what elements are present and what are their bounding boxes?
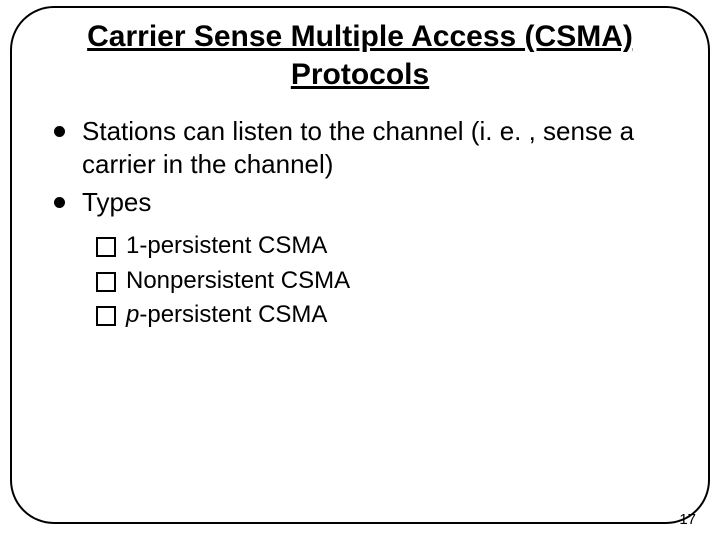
sub-item: p-persistent CSMA bbox=[96, 298, 680, 333]
bullet-text: Stations can listen to the channel (i. e… bbox=[82, 116, 634, 179]
sub-list: 1-persistent CSMA Nonpersistent CSMA p-p… bbox=[40, 229, 680, 333]
slide-frame: Carrier Sense Multiple Access (CSMA) Pro… bbox=[10, 6, 710, 524]
sub-item: 1-persistent CSMA bbox=[96, 229, 680, 264]
bullet-text: Types bbox=[82, 187, 151, 217]
sub-suffix: 1-persistent CSMA bbox=[126, 232, 327, 259]
bullet-list: Stations can listen to the channel (i. e… bbox=[40, 115, 680, 219]
sub-suffix: -persistent CSMA bbox=[139, 301, 327, 328]
page-number: 17 bbox=[679, 511, 696, 528]
sub-italic: p bbox=[126, 301, 139, 328]
sub-item: Nonpersistent CSMA bbox=[96, 264, 680, 299]
bullet-item: Stations can listen to the channel (i. e… bbox=[54, 115, 680, 182]
sub-suffix: Nonpersistent CSMA bbox=[126, 267, 350, 294]
slide-title: Carrier Sense Multiple Access (CSMA) Pro… bbox=[40, 18, 680, 93]
bullet-item: Types bbox=[54, 186, 680, 219]
